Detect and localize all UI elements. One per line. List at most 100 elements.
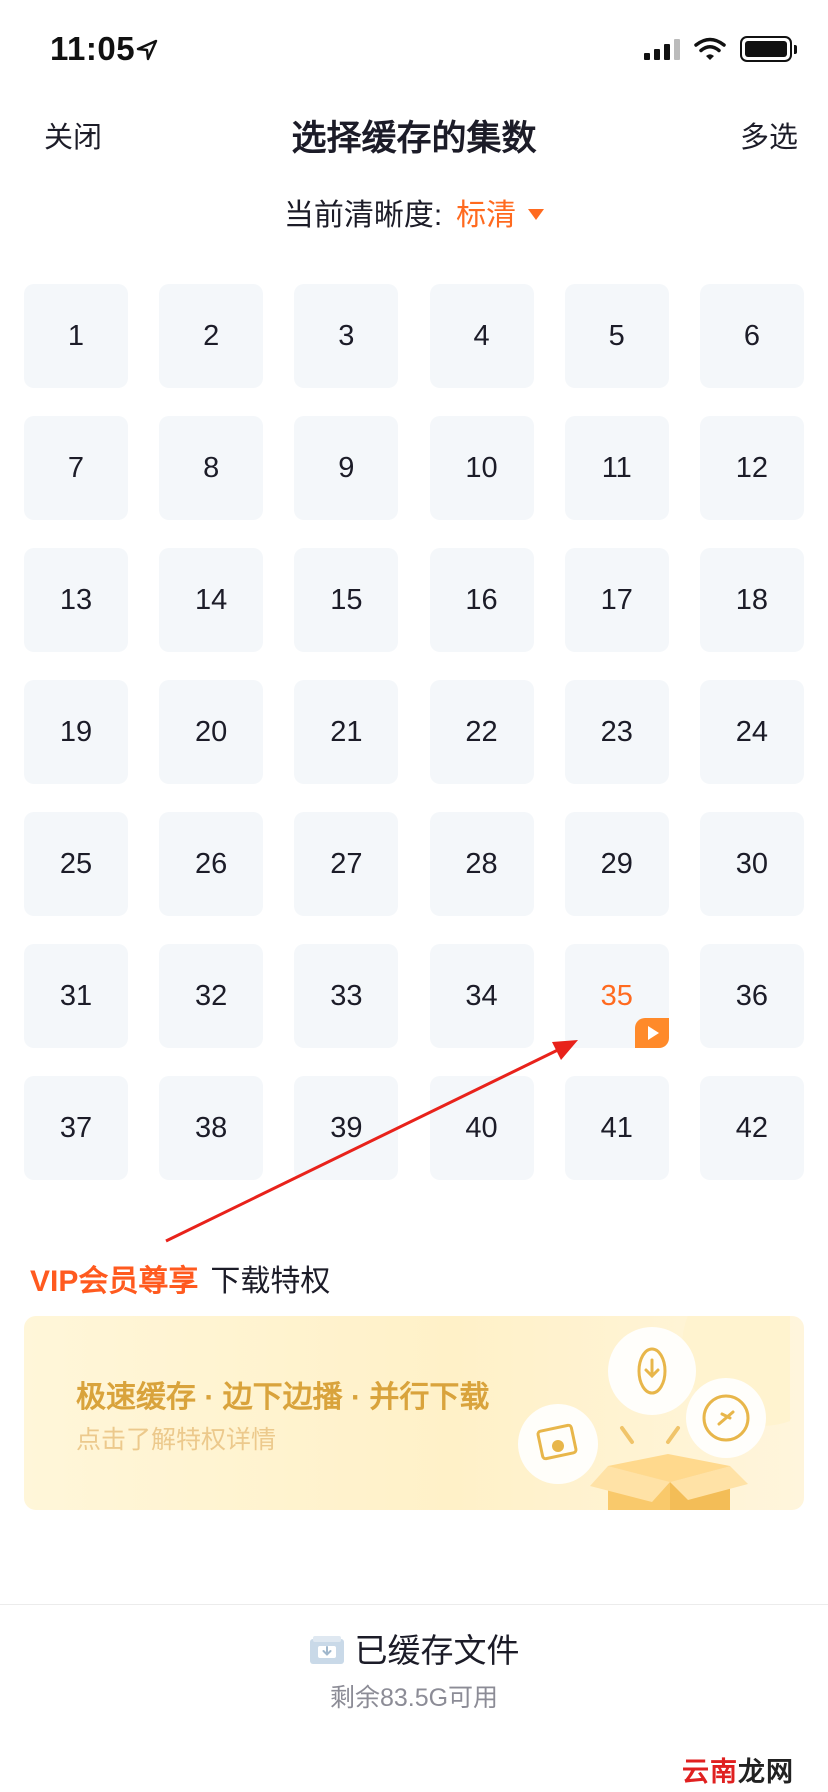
- episode-number: 23: [600, 715, 633, 748]
- episode-number: 3: [338, 319, 355, 352]
- episode-tile[interactable]: 38: [159, 1076, 264, 1180]
- episode-tile[interactable]: 6: [699, 284, 804, 388]
- episode-number: 9: [338, 451, 355, 484]
- episode-tile[interactable]: 27: [294, 812, 399, 916]
- vip-banner[interactable]: 极速缓存 · 边下边播 · 并行下载 点击了解特权详情: [24, 1316, 804, 1510]
- episode-tile[interactable]: 37: [24, 1076, 128, 1180]
- episode-number: 6: [743, 319, 760, 352]
- episode-tile[interactable]: 20: [159, 680, 264, 784]
- episode-number: 27: [330, 847, 363, 880]
- episode-tile[interactable]: 35: [564, 944, 669, 1048]
- episode-tile[interactable]: 19: [24, 680, 128, 784]
- episode-tile[interactable]: 13: [24, 548, 128, 652]
- episode-number: 28: [465, 847, 498, 880]
- episode-tile[interactable]: 8: [159, 416, 264, 520]
- episode-number: 34: [465, 979, 498, 1012]
- status-indicators: [644, 36, 797, 62]
- episode-tile[interactable]: 33: [294, 944, 399, 1048]
- battery-icon: [740, 36, 797, 62]
- episode-tile[interactable]: 9: [294, 416, 399, 520]
- quality-label: 当前清晰度:: [283, 199, 443, 232]
- episode-number: 19: [59, 715, 93, 748]
- episode-tile[interactable]: 22: [429, 680, 534, 784]
- episode-number: 7: [67, 451, 85, 484]
- episode-number: 17: [600, 583, 633, 616]
- episode-tile[interactable]: 10: [429, 416, 534, 520]
- episode-tile[interactable]: 11: [564, 416, 669, 520]
- close-button[interactable]: 关闭: [44, 114, 102, 156]
- episode-grid: 1 2 3 4 5 6 7 8 9 10 11 12 13 14 15 16 17 18 19 20 21 22 23 24 2…: [24, 284, 804, 1180]
- episode-number: 26: [195, 847, 228, 880]
- vip-title-rest: 下载特权: [210, 1265, 331, 1298]
- episode-tile[interactable]: 21: [294, 680, 399, 784]
- episode-tile[interactable]: 23: [564, 680, 669, 784]
- episode-tile[interactable]: 15: [294, 548, 399, 652]
- episode-number: 40: [465, 1111, 498, 1144]
- episode-tile[interactable]: 25: [24, 812, 128, 916]
- episode-number: 8: [203, 451, 220, 484]
- wifi-icon: [694, 37, 726, 60]
- episode-tile[interactable]: 41: [564, 1076, 669, 1180]
- nav-bar: 关闭 选择缓存的集数 多选: [0, 100, 828, 170]
- episode-tile[interactable]: 16: [429, 548, 534, 652]
- episode-tile[interactable]: 34: [429, 944, 534, 1048]
- episode-number: 5: [608, 319, 625, 352]
- episode-number: 32: [195, 979, 228, 1012]
- divider: [0, 1604, 828, 1605]
- episode-number: 36: [735, 979, 769, 1012]
- episode-number: 10: [465, 451, 498, 484]
- now-playing-icon: [634, 1018, 669, 1048]
- quality-value[interactable]: 标清: [456, 199, 516, 232]
- episode-number: 35: [600, 979, 633, 1012]
- caret-down-icon[interactable]: [528, 208, 545, 220]
- episode-tile[interactable]: 5: [564, 284, 669, 388]
- episode-tile[interactable]: 31: [24, 944, 128, 1048]
- episode-tile[interactable]: 2: [159, 284, 264, 388]
- episode-number: 13: [59, 583, 93, 616]
- episode-number: 18: [735, 583, 769, 616]
- episode-number: 12: [735, 451, 769, 484]
- episode-tile[interactable]: 28: [429, 812, 534, 916]
- episode-tile[interactable]: 24: [699, 680, 804, 784]
- folder-download-icon: [309, 1636, 344, 1664]
- episode-number: 1: [67, 319, 85, 352]
- episode-tile[interactable]: 7: [24, 416, 128, 520]
- episode-tile[interactable]: 39: [294, 1076, 399, 1180]
- multi-select-button[interactable]: 多选: [740, 114, 798, 156]
- vip-gift-box-illustration: [518, 1316, 790, 1510]
- cached-files-button[interactable]: 已缓存文件: [0, 1624, 828, 1672]
- episode-number: 21: [330, 715, 363, 748]
- status-bar: 11:05: [0, 0, 828, 100]
- quality-selector[interactable]: 当前清晰度: 标清: [0, 190, 828, 234]
- episode-tile[interactable]: 32: [159, 944, 264, 1048]
- episode-tile[interactable]: 17: [564, 548, 669, 652]
- episode-number: 24: [735, 715, 769, 748]
- episode-tile[interactable]: 36: [699, 944, 804, 1048]
- vip-banner-subtitle: 点击了解特权详情: [76, 1426, 277, 1454]
- episode-tile[interactable]: 12: [699, 416, 804, 520]
- vip-banner-headline: 极速缓存 · 边下边播 · 并行下载: [76, 1381, 490, 1414]
- episode-number: 16: [465, 583, 498, 616]
- episode-tile[interactable]: 30: [699, 812, 804, 916]
- episode-tile[interactable]: 18: [699, 548, 804, 652]
- episode-number: 25: [59, 847, 93, 880]
- episode-tile[interactable]: 3: [294, 284, 399, 388]
- location-arrow-icon: [136, 39, 158, 61]
- episode-tile[interactable]: 42: [699, 1076, 804, 1180]
- episode-number: 38: [195, 1111, 228, 1144]
- episode-tile[interactable]: 40: [429, 1076, 534, 1180]
- cached-files-label: 已缓存文件: [354, 1632, 520, 1669]
- episode-tile[interactable]: 4: [429, 284, 534, 388]
- episode-number: 22: [465, 715, 498, 748]
- episode-number: 42: [735, 1111, 769, 1144]
- episode-tile[interactable]: 29: [564, 812, 669, 916]
- episode-number: 33: [330, 979, 363, 1012]
- episode-tile[interactable]: 1: [24, 284, 128, 388]
- watermark: 云南龙网: [682, 1757, 794, 1787]
- episode-number: 29: [600, 847, 633, 880]
- episode-tile[interactable]: 14: [159, 548, 264, 652]
- episode-number: 31: [59, 979, 93, 1012]
- storage-remaining: 剩余83.5G可用: [329, 1684, 499, 1712]
- episode-tile[interactable]: 26: [159, 812, 264, 916]
- status-time: 11:05: [50, 30, 136, 67]
